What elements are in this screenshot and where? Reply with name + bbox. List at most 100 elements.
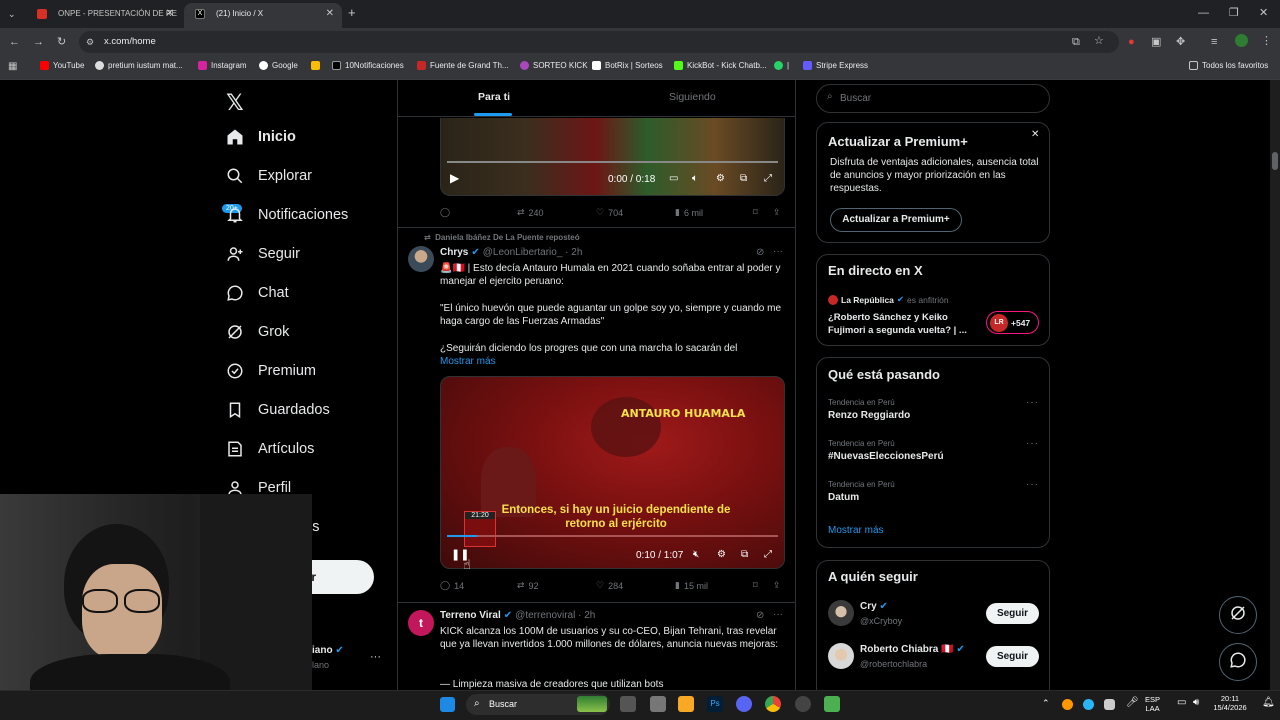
new-tab-icon[interactable]: + [348, 6, 356, 20]
site-info-icon[interactable]: ⚙ [86, 35, 94, 49]
grok-fab[interactable] [1219, 596, 1257, 634]
tab-onpe[interactable]: ONPE - PRESENTACIÓN DE RE ✕ [26, 3, 182, 28]
tab-following[interactable]: Siguiendo [669, 91, 716, 103]
task-view-icon[interactable] [620, 696, 636, 712]
close-window-icon[interactable]: ✕ [1259, 6, 1268, 20]
app-icon[interactable] [650, 696, 666, 712]
roberto-chiabra-avatar[interactable] [828, 643, 854, 669]
discord-icon[interactable] [736, 696, 752, 712]
nav-premium[interactable]: Premium [226, 362, 316, 380]
forward-icon[interactable]: → [33, 35, 44, 49]
repost-button[interactable]: ⇄ 92 [517, 580, 539, 591]
extensions-puzzle-icon[interactable]: ✥ [1176, 35, 1185, 49]
bookmark-fuente[interactable]: Fuente de Grand Th... [417, 61, 509, 70]
tray-icon[interactable] [1062, 699, 1073, 710]
account-name[interactable]: iano ✔ [312, 645, 344, 656]
bookmark-stripe[interactable]: Stripe Express [803, 61, 868, 70]
trend-more-icon[interactable]: ··· [1026, 438, 1039, 449]
live-headline[interactable]: ¿Roberto Sánchez y Keiko Fujimori a segu… [828, 311, 978, 337]
close-icon[interactable]: ✕ [1031, 129, 1039, 140]
url-text[interactable]: x.com/home [104, 36, 156, 47]
captions-icon[interactable]: ▭ [669, 173, 678, 184]
reload-icon[interactable]: ↻ [57, 35, 66, 49]
bookmark-10notificaciones[interactable]: 10Notificaciones [332, 61, 404, 70]
windows-start-icon[interactable] [440, 697, 455, 712]
reading-list-icon[interactable]: ≡ [1211, 35, 1217, 49]
fullscreen-icon[interactable]: ⤢ [764, 549, 772, 560]
post2-video[interactable]: ANTAURO HUAMALA Entonces, si hay un juic… [440, 376, 785, 569]
back-icon[interactable]: ← [9, 35, 20, 49]
minimize-icon[interactable]: — [1198, 6, 1209, 20]
language-indicator[interactable]: ESP LAA [1145, 695, 1160, 713]
nav-explore[interactable]: Explorar [226, 167, 312, 185]
views-button[interactable]: ▮ 15 mil [675, 580, 708, 591]
nav-bookmarks[interactable]: Guardados [226, 401, 330, 419]
follow-button[interactable]: Seguir [986, 603, 1039, 624]
nav-home[interactable]: Inicio [226, 128, 296, 146]
fullscreen-icon[interactable]: ⤢ [764, 173, 772, 184]
live-listeners[interactable]: LR +547 [986, 311, 1039, 334]
tray-icon[interactable] [1104, 699, 1115, 710]
grok-post-icon[interactable]: ⊘ [756, 247, 764, 258]
cry-avatar[interactable] [828, 600, 854, 626]
extension-icon[interactable]: ▣ [1151, 35, 1161, 49]
bookmark-google[interactable]: Google [259, 61, 298, 70]
bookmark-unnamed[interactable] [311, 61, 320, 70]
repost-context[interactable]: ⇄ Daniela Ibáñez De La Puente reposteó [424, 233, 580, 242]
like-button[interactable]: ♡ 284 [596, 580, 623, 591]
chrys-avatar[interactable] [408, 246, 434, 272]
volume-icon[interactable]: 🔈︎ [692, 173, 698, 184]
file-explorer-icon[interactable] [678, 696, 694, 712]
extension-red-icon[interactable]: ● [1128, 35, 1135, 49]
nav-follow[interactable]: Seguir [226, 245, 300, 263]
live-host[interactable]: La República ✔ es anfitrión [828, 294, 949, 305]
chrome-menu-icon[interactable]: ⋮ [1261, 34, 1272, 48]
tab-search-icon[interactable]: ⌄ [8, 7, 16, 21]
search-box[interactable]: ⌕ Buscar [816, 84, 1050, 113]
repost-button[interactable]: ⇄ 240 [517, 207, 544, 218]
bookmark-sorteo-kick[interactable]: SORTEO KICK [520, 61, 588, 70]
author-name[interactable]: Chrys [440, 247, 468, 258]
bookmark-post-icon[interactable]: ⌑ [753, 580, 758, 591]
post-more-icon[interactable]: ··· [773, 609, 783, 620]
volume-tray-icon[interactable]: 🔊︎ [1193, 697, 1199, 708]
tab-x-home[interactable]: X (21) Inicio / X ✕ [184, 3, 342, 28]
premium-button[interactable]: Actualizar a Premium+ [830, 208, 962, 232]
trend-name[interactable]: Renzo Reggiardo [828, 410, 910, 421]
calculator-icon[interactable] [824, 696, 840, 712]
close-tab-icon[interactable]: ✕ [326, 3, 334, 25]
bookmark-instagram[interactable]: Instagram [198, 61, 247, 70]
trend-name[interactable]: Datum [828, 492, 859, 503]
bookmark-whatsapp[interactable]: | [774, 61, 789, 70]
network-icon[interactable]: ▭ [1177, 697, 1186, 708]
reply-button[interactable]: ◯ [440, 207, 450, 218]
trend-more-icon[interactable]: ··· [1026, 397, 1039, 408]
app-icon[interactable] [795, 696, 811, 712]
bookmark-pretium[interactable]: pretium iustum mat... [95, 61, 183, 70]
play-icon[interactable]: ▶ [450, 171, 459, 185]
tray-chevron-icon[interactable]: ⌃ [1042, 698, 1050, 709]
scrollbar-thumb[interactable] [1272, 152, 1278, 170]
author-handle[interactable]: @LeonLibertario_ · 2h [483, 247, 583, 258]
trends-show-more[interactable]: Mostrar más [828, 525, 884, 536]
maximize-icon[interactable]: ❐ [1229, 6, 1239, 20]
clock[interactable]: 20:11 15/4/2026 [1210, 694, 1250, 712]
tab-for-you[interactable]: Para ti [478, 91, 510, 103]
address-bar[interactable] [79, 31, 1119, 53]
chat-fab[interactable] [1219, 643, 1257, 681]
close-tab-icon[interactable]: ✕ [166, 3, 174, 25]
terreno-viral-avatar[interactable]: t [408, 610, 434, 636]
photoshop-icon[interactable]: Ps [707, 696, 723, 712]
trend-more-icon[interactable]: ··· [1026, 479, 1039, 490]
account-more-icon[interactable]: ··· [370, 651, 381, 663]
author-handle[interactable]: @terrenoviral · 2h [515, 610, 595, 621]
settings-icon[interactable]: ⚙ [717, 549, 726, 560]
settings-icon[interactable]: ⚙ [716, 173, 725, 184]
pip-icon[interactable]: ⧉ [740, 173, 747, 184]
notifications-tray-icon[interactable]: 🔔︎ [1262, 697, 1275, 708]
nav-chat[interactable]: Chat [226, 284, 289, 302]
chrome-icon[interactable] [765, 696, 781, 712]
install-app-icon[interactable]: ⧉ [1072, 35, 1080, 49]
suggest-name[interactable]: Roberto Chiabra 🇵🇪 ✔ [860, 644, 965, 655]
views-button[interactable]: ▮ 6 mil [675, 207, 703, 218]
